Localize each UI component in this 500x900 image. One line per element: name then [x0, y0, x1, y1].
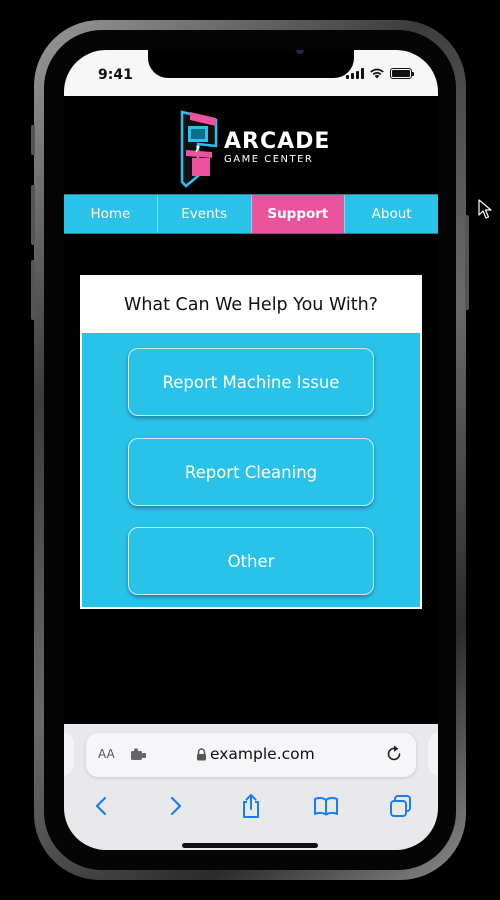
help-card: What Can We Help You With? Report Machin…: [80, 275, 422, 609]
cellular-signal-icon: [346, 67, 364, 79]
text-size-label: AA: [98, 747, 115, 761]
back-button[interactable]: [64, 786, 139, 826]
share-icon: [242, 794, 259, 818]
share-button[interactable]: [214, 786, 289, 826]
web-content: ARCADE GAME CENTER Home Events Support A…: [64, 96, 438, 724]
nav-item-home[interactable]: Home: [64, 195, 158, 233]
volume-down-button: [31, 260, 35, 320]
mute-switch: [31, 125, 35, 155]
battery-icon: [390, 67, 414, 79]
report-machine-issue-button[interactable]: Report Machine Issue: [128, 348, 374, 416]
other-button[interactable]: Other: [128, 527, 374, 595]
url-text: example.com: [210, 745, 315, 763]
home-indicator[interactable]: [182, 843, 318, 848]
text-size-button[interactable]: AA: [98, 747, 115, 761]
nav-item-support[interactable]: Support: [251, 195, 346, 233]
status-icons: [346, 67, 414, 79]
arcade-logo[interactable]: ARCADE GAME CENTER: [172, 106, 330, 190]
main-nav: Home Events Support About: [64, 194, 438, 234]
status-time: 9:41: [98, 67, 133, 83]
wifi-icon: [370, 68, 384, 79]
reload-icon[interactable]: [384, 744, 404, 764]
status-bar: 9:41: [64, 50, 438, 96]
forward-button[interactable]: [139, 786, 214, 826]
next-tab-preview[interactable]: [428, 732, 438, 776]
logo-subtitle: GAME CENTER: [224, 153, 314, 165]
back-icon: [96, 796, 107, 816]
url-display[interactable]: example.com: [196, 745, 315, 763]
lock-icon: [197, 747, 206, 760]
tabs-icon: [389, 795, 411, 817]
safari-toolbar: AA example.com: [64, 724, 438, 850]
phone-screen: 9:41 ARCADE GAME CENTER Home Events Supp…: [64, 50, 438, 850]
volume-up-button: [31, 185, 35, 245]
power-button: [465, 215, 469, 310]
bookmarks-button[interactable]: [288, 786, 363, 826]
address-bar[interactable]: AA example.com: [86, 733, 416, 777]
help-title: What Can We Help You With?: [82, 277, 420, 333]
nav-item-about[interactable]: About: [345, 195, 438, 233]
extension-icon[interactable]: [130, 748, 148, 762]
mouse-cursor-icon: [478, 199, 492, 219]
notch: [148, 50, 354, 78]
arcade-cabinet-icon: [180, 110, 218, 188]
previous-tab-preview[interactable]: [64, 732, 74, 776]
nav-item-events[interactable]: Events: [158, 195, 252, 233]
bookmarks-icon: [313, 796, 338, 816]
logo-title: ARCADE: [224, 128, 331, 154]
tabs-button[interactable]: [363, 786, 438, 826]
report-cleaning-button[interactable]: Report Cleaning: [128, 438, 374, 506]
browser-toolbar: [64, 786, 438, 826]
forward-icon: [171, 796, 182, 816]
